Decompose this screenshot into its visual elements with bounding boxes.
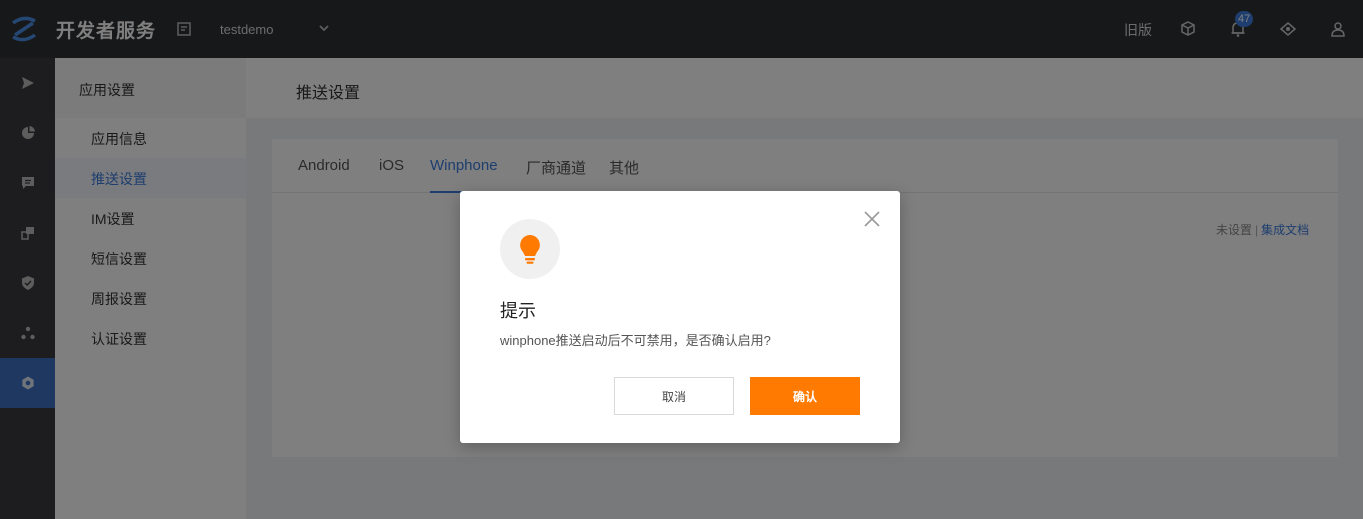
modal-title: 提示 [500,301,536,321]
modal-icon-container [500,219,560,279]
confirm-button[interactable]: 确认 [750,377,860,415]
close-icon[interactable] [862,209,882,229]
modal-message: winphone推送启动后不可禁用，是否确认启用? [500,333,771,348]
confirm-dialog: 提示 winphone推送启动后不可禁用，是否确认启用? 取消 确认 [460,191,900,443]
lightbulb-icon [520,235,540,264]
cancel-button[interactable]: 取消 [614,377,734,415]
